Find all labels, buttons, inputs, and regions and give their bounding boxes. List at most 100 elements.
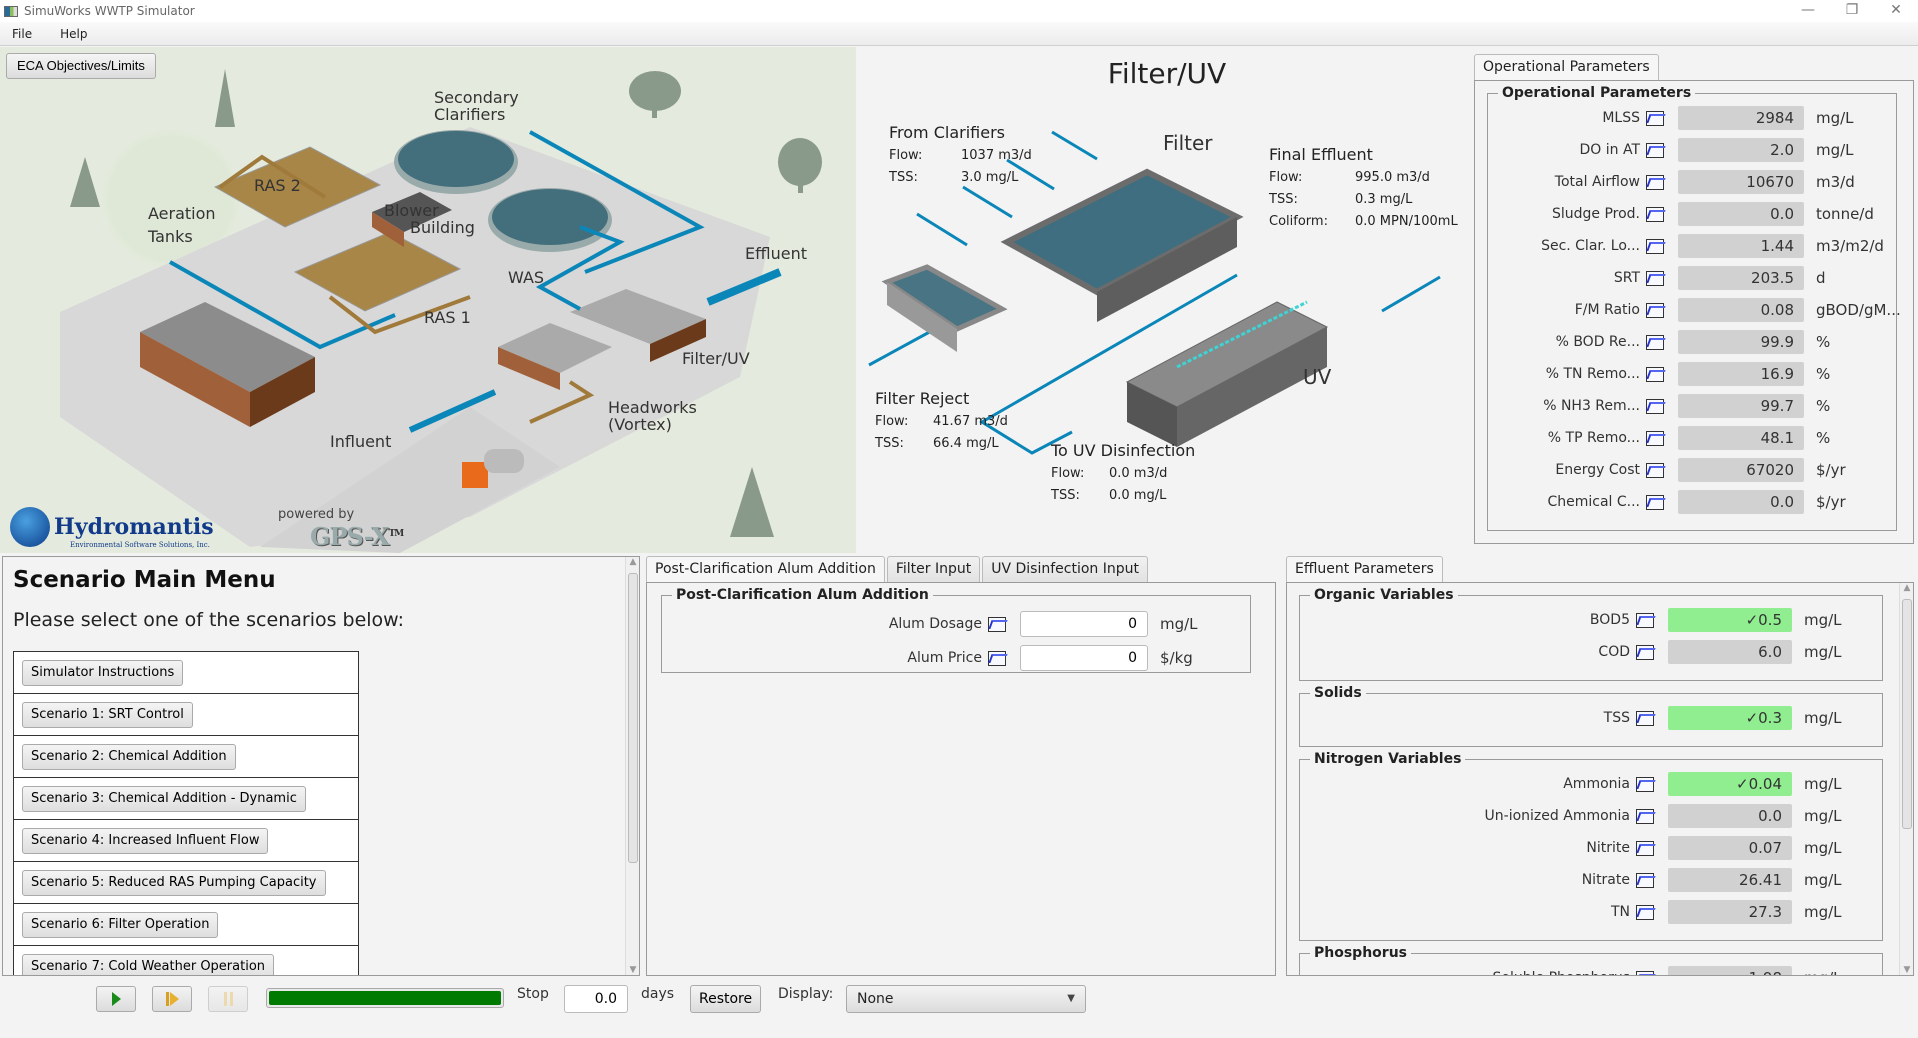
- trend-chart-icon[interactable]: [1636, 970, 1654, 975]
- param-label: Nitrate: [1581, 872, 1630, 888]
- scroll-thumb[interactable]: [628, 573, 638, 863]
- restore-button[interactable]: Restore: [690, 985, 762, 1013]
- close-icon[interactable]: ✕: [1874, 0, 1918, 22]
- label-line: Secondary: [434, 88, 519, 107]
- trend-chart-icon[interactable]: [1646, 430, 1664, 446]
- scroll-up-icon[interactable]: ▲: [1900, 583, 1913, 593]
- trend-chart-icon[interactable]: [1636, 710, 1654, 726]
- scenario-cell: Scenario 2: Chemical Addition: [13, 735, 359, 778]
- effluent-parameters-panel: Effluent Parameters Organic Variables BOD…: [1286, 556, 1914, 976]
- stop-time-input[interactable]: [564, 985, 628, 1013]
- label-filter-uv[interactable]: Filter/UV: [682, 350, 750, 367]
- trend-chart-icon[interactable]: [1646, 238, 1664, 254]
- group-title: Phosphorus: [1310, 945, 1411, 961]
- operational-row: Sec. Clar. Lo... 1.44 m3/m2/d: [1488, 230, 1884, 262]
- operational-parameters-panel: Operational Parameters Operational Param…: [1474, 54, 1914, 550]
- scroll-down-icon[interactable]: ▼: [626, 965, 639, 975]
- scroll-thumb[interactable]: [1902, 599, 1912, 829]
- effluent-scrollbar[interactable]: ▲ ▼: [1899, 583, 1913, 975]
- trend-chart-icon[interactable]: [1646, 494, 1664, 510]
- trend-chart-icon[interactable]: [1636, 776, 1654, 792]
- trend-chart-icon[interactable]: [1646, 206, 1664, 222]
- alum-price-input[interactable]: [1020, 645, 1148, 671]
- trend-chart-icon[interactable]: [1646, 366, 1664, 382]
- param-value: 203.5: [1678, 266, 1804, 290]
- scenario-scrollbar[interactable]: ▲ ▼: [625, 557, 639, 975]
- info-key: Flow:: [875, 414, 909, 429]
- menu-help[interactable]: Help: [56, 27, 91, 41]
- param-unit: mg/L: [1804, 807, 1842, 825]
- tab-operational-parameters[interactable]: Operational Parameters: [1474, 54, 1659, 80]
- effluent-row: TSS ✓0.3 mg/L: [1300, 702, 1842, 734]
- trend-chart-icon[interactable]: [1646, 302, 1664, 318]
- operational-row: Chemical C... 0.0 $/yr: [1488, 486, 1846, 518]
- scenario-button[interactable]: Scenario 3: Chemical Addition - Dynamic: [22, 785, 306, 812]
- pause-icon: [223, 992, 233, 1006]
- param-unit: d: [1816, 269, 1826, 287]
- scenario-button[interactable]: Scenario 5: Reduced RAS Pumping Capacity: [22, 869, 326, 896]
- minimize-icon[interactable]: —: [1786, 0, 1830, 22]
- scroll-down-icon[interactable]: ▼: [1900, 965, 1913, 975]
- display-selected-value: None: [857, 991, 894, 1007]
- eca-objectives-button[interactable]: ECA Objectives/Limits: [6, 53, 156, 79]
- scenario-button[interactable]: Scenario 4: Increased Influent Flow: [22, 827, 269, 854]
- scenario-cell: Scenario 3: Chemical Addition - Dynamic: [13, 777, 359, 820]
- scenario-list: Simulator Instructions Scenario 1: SRT Co…: [13, 651, 359, 975]
- trend-chart-icon[interactable]: [1636, 904, 1654, 920]
- param-unit: mg/L: [1804, 871, 1842, 889]
- label-ras2: RAS 2: [254, 176, 301, 195]
- trend-chart-icon[interactable]: [1646, 174, 1664, 190]
- run-button[interactable]: [96, 986, 136, 1012]
- tab-filter-input[interactable]: Filter Input: [886, 556, 981, 582]
- trend-chart-icon[interactable]: [988, 616, 1006, 632]
- scenario-row: Scenario 6: Filter Operation: [13, 903, 359, 946]
- trend-chart-icon[interactable]: [1646, 270, 1664, 286]
- scenario-button[interactable]: Scenario 1: SRT Control: [22, 701, 193, 728]
- info-value: 0.0 MPN/100mL: [1355, 214, 1458, 229]
- filter-reject-block: Filter Reject Flow: 41.67 m3/d TSS: 66.4 m…: [875, 387, 1008, 455]
- menu-file[interactable]: File: [8, 27, 36, 41]
- trend-chart-icon[interactable]: [1636, 840, 1654, 856]
- trend-chart-icon[interactable]: [988, 650, 1006, 666]
- param-value: 48.1: [1678, 426, 1804, 450]
- scenario-row: Scenario 3: Chemical Addition - Dynamic: [13, 777, 359, 820]
- tab-effluent-parameters[interactable]: Effluent Parameters: [1286, 556, 1443, 582]
- param-unit: %: [1816, 429, 1831, 447]
- param-label: Total Airflow: [1554, 174, 1640, 190]
- param-unit: mg/L: [1804, 839, 1842, 857]
- info-key: Coliform:: [1269, 214, 1328, 229]
- trend-chart-icon[interactable]: [1636, 612, 1654, 628]
- trend-chart-icon[interactable]: [1646, 462, 1664, 478]
- operational-row: Energy Cost 67020 $/yr: [1488, 454, 1846, 486]
- label-blower-building: Blower Building: [384, 202, 475, 236]
- display-select[interactable]: None ▼: [846, 985, 1086, 1013]
- alum-dosage-input[interactable]: [1020, 611, 1148, 637]
- scenario-menu-subtitle: Please select one of the scenarios below…: [13, 609, 405, 631]
- scenario-button[interactable]: Scenario 6: Filter Operation: [22, 911, 219, 938]
- info-value: 0.0 mg/L: [1109, 488, 1167, 503]
- scenario-button[interactable]: Scenario 2: Chemical Addition: [22, 743, 236, 770]
- step-button[interactable]: [152, 986, 192, 1012]
- scenario-cell: Scenario 4: Increased Influent Flow: [13, 819, 359, 862]
- scenario-button[interactable]: Scenario 7: Cold Weather Operation: [22, 953, 275, 975]
- pause-button[interactable]: [208, 986, 248, 1012]
- param-unit: m3/m2/d: [1816, 237, 1884, 255]
- param-label: Sludge Prod.: [1551, 206, 1640, 222]
- info-row: Flow: 995.0 m3/d: [1269, 167, 1458, 189]
- trend-chart-icon[interactable]: [1646, 142, 1664, 158]
- trend-chart-icon[interactable]: [1636, 872, 1654, 888]
- trend-chart-icon[interactable]: [1636, 808, 1654, 824]
- param-unit: mg/L: [1816, 109, 1854, 127]
- info-value: 3.0 mg/L: [961, 170, 1019, 185]
- scenario-button[interactable]: Simulator Instructions: [22, 659, 184, 686]
- tab-uv-disinfection-input[interactable]: UV Disinfection Input: [982, 556, 1148, 582]
- trend-chart-icon[interactable]: [1646, 110, 1664, 126]
- trend-chart-icon[interactable]: [1646, 334, 1664, 350]
- scroll-up-icon[interactable]: ▲: [626, 557, 639, 567]
- trend-chart-icon[interactable]: [1646, 398, 1664, 414]
- trend-chart-icon[interactable]: [1636, 644, 1654, 660]
- restore-window-icon[interactable]: ❐: [1830, 0, 1874, 22]
- tab-post-clarification-alum[interactable]: Post-Clarification Alum Addition: [646, 556, 885, 582]
- input-tab-body: Post-Clarification Alum Addition Alum Do…: [646, 582, 1276, 976]
- scenario-row: Simulator Instructions: [13, 651, 359, 694]
